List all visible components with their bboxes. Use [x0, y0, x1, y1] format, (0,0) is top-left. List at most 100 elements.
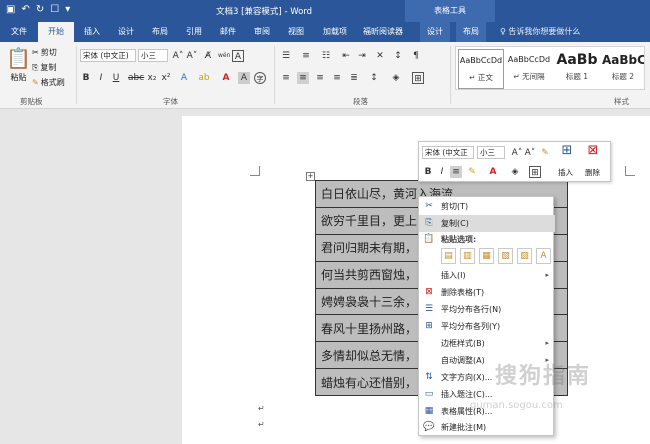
menu-item-paste-options: 📋 粘贴选项:: [423, 234, 477, 244]
menu-item-distribute-columns[interactable]: ⊞ 平均分布各列(Y): [419, 318, 555, 335]
paste-text-only-icon[interactable]: A: [536, 248, 551, 264]
touch-mode-icon[interactable]: ☐: [50, 4, 59, 15]
tab-file[interactable]: 文件: [4, 22, 34, 42]
numbering-icon[interactable]: ≡: [300, 50, 312, 62]
increase-indent-icon[interactable]: ⇥: [356, 50, 368, 62]
table-tools-context-label: 表格工具: [405, 0, 495, 22]
insert-table-icon[interactable]: ⊞: [561, 144, 573, 157]
menu-item-distribute-rows[interactable]: ☰ 平均分布各行(N): [419, 301, 555, 318]
menu-item-new-comment[interactable]: 💬 新建批注(M): [419, 419, 555, 436]
char-border-icon[interactable]: A: [232, 50, 244, 62]
italic-icon[interactable]: I: [95, 72, 107, 84]
bold-icon[interactable]: B: [80, 72, 92, 84]
tab-references[interactable]: 引用: [180, 22, 208, 42]
tab-mailings[interactable]: 邮件: [214, 22, 242, 42]
tab-design[interactable]: 设计: [112, 22, 140, 42]
paste-nested-icon[interactable]: ▦: [479, 248, 494, 264]
bullets-icon[interactable]: ☰: [280, 50, 292, 62]
paste-button[interactable]: 📋 粘贴: [6, 46, 31, 83]
tab-review[interactable]: 审阅: [248, 22, 276, 42]
tab-table-layout[interactable]: 布局: [456, 22, 486, 42]
style-no-spacing[interactable]: AaBbCcDd ↵ 无间隔: [506, 49, 552, 89]
paragraph-mark: ↵: [258, 404, 265, 413]
brush-icon[interactable]: ✎: [539, 147, 551, 159]
subscript-icon[interactable]: x₂: [146, 72, 158, 84]
pinyin-guide-icon[interactable]: wén: [218, 50, 230, 62]
align-right-icon[interactable]: ≡: [314, 72, 326, 84]
shrink-font-icon[interactable]: A˅: [524, 147, 536, 159]
menu-item-cut[interactable]: ✂ 剪切(T): [419, 198, 555, 215]
cut-button[interactable]: ✂ 剪切: [32, 47, 57, 58]
paste-overwrite-icon[interactable]: ▧: [498, 248, 513, 264]
multilevel-list-icon[interactable]: ☷: [320, 50, 332, 62]
borders-icon[interactable]: ⊞: [412, 72, 424, 84]
paste-merge-icon[interactable]: ▥: [460, 248, 475, 264]
paragraph-mark: ↵: [258, 420, 265, 429]
bold-icon[interactable]: B: [422, 166, 434, 178]
shading-icon[interactable]: ◈: [390, 72, 402, 84]
enclose-char-icon[interactable]: 字: [254, 72, 266, 84]
mini-font-dropdown[interactable]: 宋体 (中文正: [422, 146, 474, 159]
repeat-icon[interactable]: ↻: [36, 4, 44, 15]
undo-icon[interactable]: ↶: [21, 4, 29, 15]
font-color-icon[interactable]: A: [487, 166, 499, 178]
font-color-icon[interactable]: A: [220, 72, 232, 84]
shrink-font-icon[interactable]: A˅: [186, 50, 198, 62]
tab-layout[interactable]: 布局: [146, 22, 174, 42]
paste-keep-source-icon[interactable]: ▤: [441, 248, 456, 264]
save-icon[interactable]: ▣: [6, 4, 15, 15]
tell-me-box[interactable]: ♀ 告诉我你想要做什么: [500, 22, 580, 42]
insert-button[interactable]: 插入: [558, 167, 573, 178]
tab-table-design[interactable]: 设计: [420, 22, 450, 42]
decrease-indent-icon[interactable]: ⇤: [340, 50, 352, 62]
tab-insert[interactable]: 插入: [78, 22, 106, 42]
distributed-icon[interactable]: ≣: [348, 72, 360, 84]
tab-foxit[interactable]: 福昕阅读器: [360, 22, 406, 42]
strikethrough-icon[interactable]: abc: [128, 72, 144, 84]
menu-item-copy[interactable]: ⎘ 复制(C): [419, 215, 555, 232]
superscript-icon[interactable]: x²: [160, 72, 172, 84]
delete-button[interactable]: 删除: [585, 167, 600, 178]
justify-icon[interactable]: ≡: [331, 72, 343, 84]
font-name-dropdown[interactable]: 宋体 (中文正): [80, 49, 136, 62]
align-center-icon[interactable]: ≡: [297, 72, 309, 84]
show-marks-icon[interactable]: ¶: [410, 50, 422, 62]
mini-size-dropdown[interactable]: 小三: [477, 146, 505, 159]
customize-icon[interactable]: ▾: [65, 4, 70, 15]
scissors-icon: ✂: [425, 201, 433, 211]
align-left-icon[interactable]: ≡: [280, 72, 292, 84]
menu-item-border-styles[interactable]: 边框样式(B) ▸: [419, 335, 555, 352]
align-center-icon[interactable]: ≡: [450, 166, 462, 178]
text-effects-icon[interactable]: A: [178, 72, 190, 84]
table-move-handle[interactable]: +: [306, 172, 315, 181]
char-shading-icon[interactable]: A: [238, 72, 250, 84]
clipboard-icon: 📋: [6, 46, 31, 70]
sort-icon[interactable]: ↕: [392, 50, 404, 62]
tab-addins[interactable]: 加载项: [316, 22, 354, 42]
font-size-dropdown[interactable]: 小三: [138, 49, 168, 62]
borders-icon[interactable]: ⊞: [529, 166, 541, 178]
tab-home[interactable]: 开始: [38, 22, 74, 42]
style-heading-1[interactable]: AaBb 标题 1: [554, 49, 600, 89]
menu-item-insert[interactable]: 插入(I) ▸: [419, 267, 555, 284]
shading-icon[interactable]: ◈: [509, 166, 521, 178]
copy-button[interactable]: ⎘ 复制: [32, 62, 56, 73]
style-normal[interactable]: AaBbCcDd ↵ 正文: [458, 49, 504, 89]
highlight-icon[interactable]: ✎: [466, 166, 478, 178]
highlight-icon[interactable]: ab: [198, 72, 210, 84]
asian-layout-icon[interactable]: ✕: [374, 50, 386, 62]
menu-item-delete-table[interactable]: ⊠ 删除表格(T): [419, 284, 555, 301]
grow-font-icon[interactable]: A˄: [511, 147, 523, 159]
clear-format-icon[interactable]: A̸: [202, 50, 214, 62]
paste-picture-icon[interactable]: ▨: [517, 248, 532, 264]
italic-icon[interactable]: I: [436, 166, 448, 178]
tab-view[interactable]: 视图: [282, 22, 310, 42]
underline-icon[interactable]: U: [110, 72, 122, 84]
format-painter-button[interactable]: ✎ 格式刷: [32, 77, 65, 88]
mini-toolbar: 宋体 (中文正 小三 A˄ A˅ ✎ B I ≡ ✎ A ◈ ⊞ ⊞ 插入 ⊠ …: [418, 141, 611, 182]
crop-mark: [250, 166, 260, 176]
grow-font-icon[interactable]: A˄: [172, 50, 184, 62]
delete-table-icon[interactable]: ⊠: [587, 144, 599, 157]
line-spacing-icon[interactable]: ↕: [368, 72, 380, 84]
style-heading-2[interactable]: AaBbC 标题 2: [602, 49, 644, 89]
